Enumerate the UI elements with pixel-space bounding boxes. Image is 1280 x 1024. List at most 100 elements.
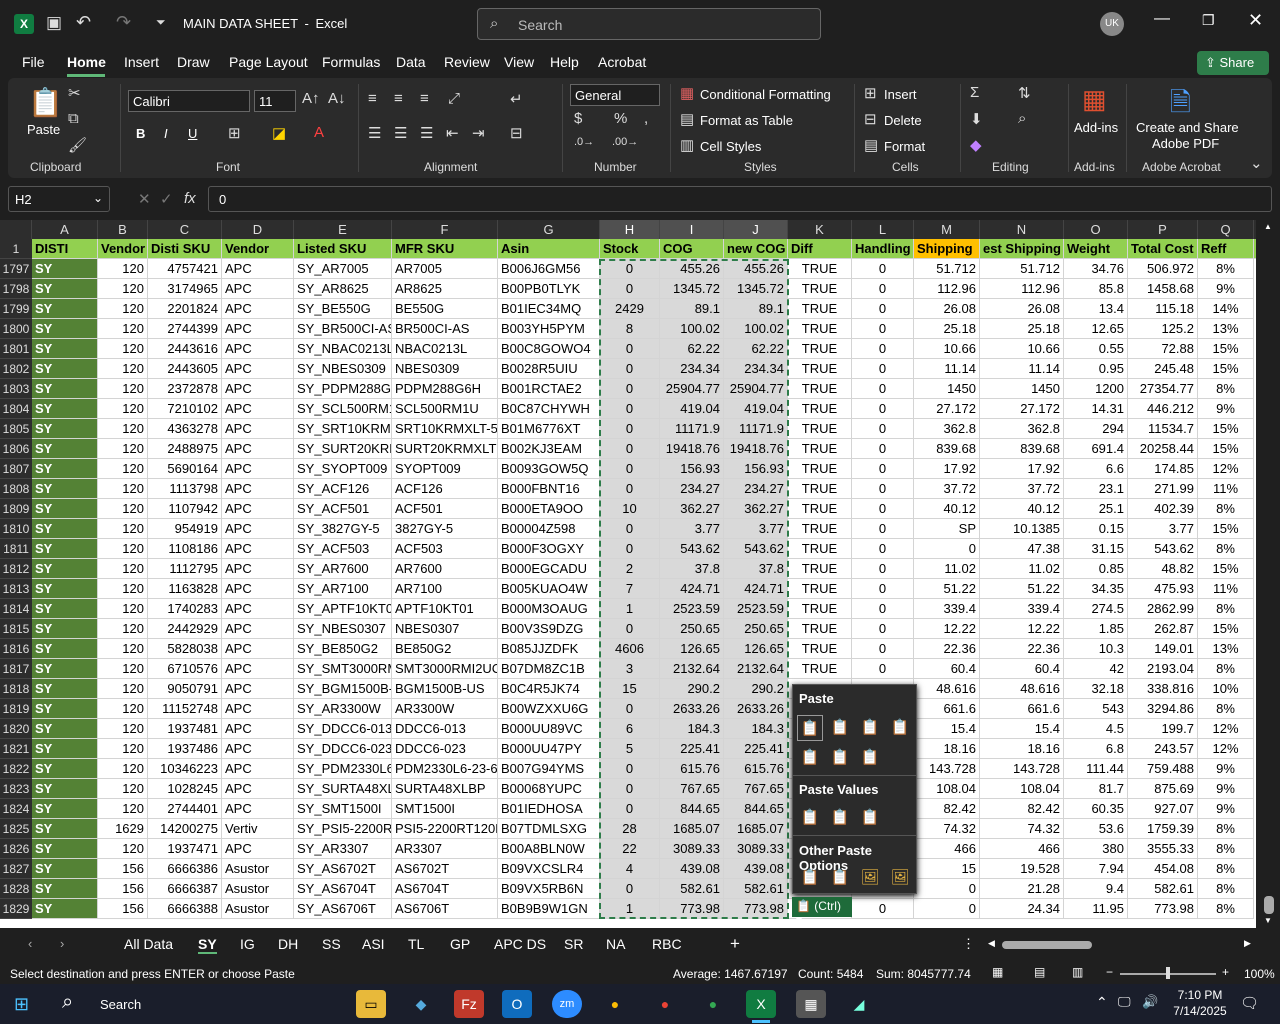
table-cell[interactable]: 419.04 — [724, 399, 788, 419]
table-cell[interactable]: SY — [32, 759, 98, 779]
table-cell[interactable]: SY_BE550G — [294, 299, 392, 319]
table-cell[interactable]: 294 — [1064, 419, 1128, 439]
volume-icon[interactable]: 🔊 — [1142, 994, 1158, 1010]
table-cell[interactable]: AR7100 — [392, 579, 498, 599]
table-cell[interactable]: 1450 — [980, 379, 1064, 399]
table-cell[interactable]: 74.32 — [914, 819, 980, 839]
row-header[interactable]: 1819 — [0, 699, 32, 719]
table-cell[interactable]: SY_SYOPT009 — [294, 459, 392, 479]
table-cell[interactable]: 0 — [852, 559, 914, 579]
table-cell[interactable]: 120 — [98, 419, 148, 439]
table-cell[interactable]: 0.55 — [1064, 339, 1128, 359]
row-header[interactable]: 1800 — [0, 319, 32, 339]
table-cell[interactable]: 21.28 — [980, 879, 1064, 899]
clock-time[interactable]: 7:10 PM — [1170, 988, 1230, 1002]
table-cell[interactable]: 543 — [1064, 699, 1128, 719]
table-cell[interactable]: SY_NBAC0213L — [294, 339, 392, 359]
align-bottom-icon[interactable]: ≡ — [420, 90, 429, 107]
column-header[interactable]: P — [1128, 220, 1198, 239]
table-cell[interactable]: B01IEC34MQ — [498, 299, 600, 319]
table-cell[interactable]: PDPM288G6H — [392, 379, 498, 399]
table-cell[interactable]: NBES0307 — [392, 619, 498, 639]
header-cell[interactable]: new COG — [724, 239, 788, 259]
table-cell[interactable]: 53.6 — [1064, 819, 1128, 839]
table-cell[interactable]: APC — [222, 499, 294, 519]
table-cell[interactable]: 2443605 — [148, 359, 222, 379]
column-header[interactable]: M — [914, 220, 980, 239]
values-source-format-icon[interactable]: 📋 — [857, 805, 883, 831]
table-cell[interactable]: APTF10KT01 — [392, 599, 498, 619]
font-size-select[interactable]: 11 — [254, 90, 296, 112]
table-cell[interactable]: SURT20KRMXLT — [392, 439, 498, 459]
close-icon[interactable]: ✕ — [1248, 10, 1263, 31]
header-cell[interactable]: COG — [660, 239, 724, 259]
table-cell[interactable]: 32.18 — [1064, 679, 1128, 699]
table-cell[interactable]: 243.57 — [1128, 739, 1198, 759]
table-cell[interactable]: 12.22 — [914, 619, 980, 639]
table-cell[interactable]: 4606 — [600, 639, 660, 659]
table-cell[interactable]: Vertiv — [222, 819, 294, 839]
table-cell[interactable]: 0 — [852, 579, 914, 599]
table-cell[interactable]: 1937481 — [148, 719, 222, 739]
table-cell[interactable]: 0 — [600, 479, 660, 499]
increase-font-icon[interactable]: A↑ — [302, 90, 320, 107]
column-header[interactable]: R — [1254, 220, 1256, 239]
values-icon[interactable]: 📋 — [797, 805, 823, 831]
table-cell[interactable]: 112.96 — [980, 279, 1064, 299]
table-cell[interactable]: 15% — [1198, 419, 1254, 439]
table-cell[interactable]: 0 — [600, 759, 660, 779]
table-cell[interactable]: 40.12 — [980, 499, 1064, 519]
table-cell[interactable]: 17.92 — [980, 459, 1064, 479]
table-cell[interactable]: 339.4 — [980, 599, 1064, 619]
table-cell[interactable]: SY — [32, 819, 98, 839]
tab-help[interactable]: Help — [550, 54, 579, 70]
calculator-icon[interactable]: ▦ — [796, 990, 826, 1018]
customize-qat-icon[interactable]: ⏷ — [156, 15, 166, 30]
table-cell[interactable]: 2523.59 — [724, 599, 788, 619]
column-header[interactable]: A — [32, 220, 98, 239]
table-cell[interactable]: SY — [32, 259, 98, 279]
table-cell[interactable]: 234.27 — [660, 479, 724, 499]
table-cell[interactable]: 1685.07 — [660, 819, 724, 839]
row-header[interactable]: 1829 — [0, 899, 32, 919]
table-cell[interactable]: 0 — [600, 619, 660, 639]
table-cell[interactable]: 15% — [1198, 619, 1254, 639]
header-cell[interactable]: est Shipping — [980, 239, 1064, 259]
table-cell[interactable]: 2 — [600, 559, 660, 579]
table-cell[interactable]: 15 — [600, 679, 660, 699]
table-cell[interactable]: SY — [32, 579, 98, 599]
sheet-tab[interactable]: APC DS — [494, 936, 546, 952]
table-cell[interactable]: 2633.26 — [724, 699, 788, 719]
h-scrollbar-thumb[interactable] — [1002, 941, 1092, 949]
row-header[interactable]: 1815 — [0, 619, 32, 639]
row-header[interactable]: 1825 — [0, 819, 32, 839]
table-cell[interactable]: 26.08 — [914, 299, 980, 319]
table-cell[interactable]: 11.02 — [980, 559, 1064, 579]
table-cell[interactable]: 156.93 — [724, 459, 788, 479]
table-cell[interactable]: 26.08 — [980, 299, 1064, 319]
table-cell[interactable]: 20258.44 — [1128, 439, 1198, 459]
table-cell[interactable]: 120 — [98, 619, 148, 639]
table-cell[interactable]: B000UU47PY — [498, 739, 600, 759]
table-cell[interactable]: SY_SMT3000RM — [294, 659, 392, 679]
table-cell[interactable]: SY — [32, 879, 98, 899]
table-cell[interactable]: 424.71 — [724, 579, 788, 599]
column-header[interactable]: H — [600, 220, 660, 239]
table-cell[interactable]: 1759.39 — [1128, 819, 1198, 839]
table-cell[interactable]: B00WZXXU6G — [498, 699, 600, 719]
table-cell[interactable]: APC — [222, 379, 294, 399]
table-cell[interactable]: 120 — [98, 519, 148, 539]
enter-icon[interactable]: ✓ — [160, 190, 173, 208]
table-cell[interactable]: APC — [222, 759, 294, 779]
table-cell[interactable]: 3.77 — [660, 519, 724, 539]
table-cell[interactable]: 143.728 — [980, 759, 1064, 779]
table-cell[interactable]: ACF501 — [392, 499, 498, 519]
table-cell[interactable]: SY_SURTA48XLE — [294, 779, 392, 799]
table-cell[interactable]: 543.62 — [724, 539, 788, 559]
align-right-icon[interactable]: ☰ — [420, 124, 433, 142]
table-cell[interactable]: PDM2330L6-23-6 — [392, 759, 498, 779]
table-cell[interactable]: 0 — [600, 279, 660, 299]
column-header[interactable]: I — [660, 220, 724, 239]
table-cell[interactable]: 25.1 — [1064, 499, 1128, 519]
decrease-font-icon[interactable]: A↓ — [328, 90, 346, 107]
